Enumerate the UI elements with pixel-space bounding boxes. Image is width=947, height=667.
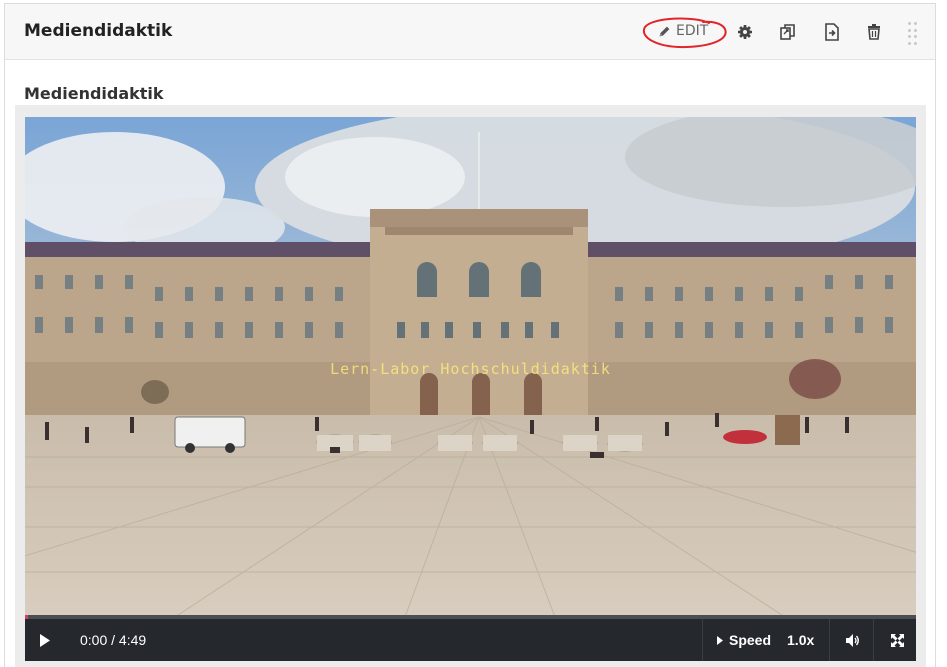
controls-divider xyxy=(873,619,874,661)
volume-icon xyxy=(846,633,859,647)
drag-handle-icon[interactable] xyxy=(908,22,918,46)
content-panel: Mediendidaktik EDIT Mediendidaktik Lern-… xyxy=(4,3,936,667)
time-text: 0:00 / 4:49 xyxy=(80,632,147,648)
panel-title: Mediendidaktik xyxy=(24,21,173,41)
controls-divider xyxy=(702,619,703,661)
video-player: Lern-Labor Hochschuldidaktik 0:00 / 4:49… xyxy=(15,105,926,667)
play-button[interactable] xyxy=(35,619,55,661)
edit-button[interactable]: EDIT xyxy=(658,23,708,39)
caret-right-icon xyxy=(717,635,723,645)
fullscreen-icon xyxy=(890,633,904,647)
trash-icon[interactable] xyxy=(864,22,884,42)
volume-button[interactable] xyxy=(842,619,864,661)
video-display[interactable]: Lern-Labor Hochschuldidaktik xyxy=(25,117,916,617)
speed-value: 1.0x xyxy=(787,632,815,648)
edit-label: EDIT xyxy=(676,23,709,39)
controls-divider xyxy=(829,619,830,661)
video-overlay-text: Lern-Labor Hochschuldidaktik xyxy=(330,360,611,378)
section-heading: Mediendidaktik xyxy=(24,84,164,103)
fullscreen-button[interactable] xyxy=(886,619,908,661)
panel-header: Mediendidaktik EDIT xyxy=(5,4,935,60)
time-display: 0:00 / 4:49 xyxy=(80,619,146,661)
speed-label: Speed xyxy=(729,632,772,648)
video-controls: 0:00 / 4:49 Speed 1.0x xyxy=(25,619,916,661)
play-icon xyxy=(40,633,50,647)
export-icon[interactable] xyxy=(822,22,842,42)
copy-icon[interactable] xyxy=(778,22,798,42)
speed-button[interactable]: Speed 1.0x xyxy=(717,619,814,661)
gear-icon[interactable] xyxy=(735,22,755,42)
pencil-icon xyxy=(659,26,670,36)
